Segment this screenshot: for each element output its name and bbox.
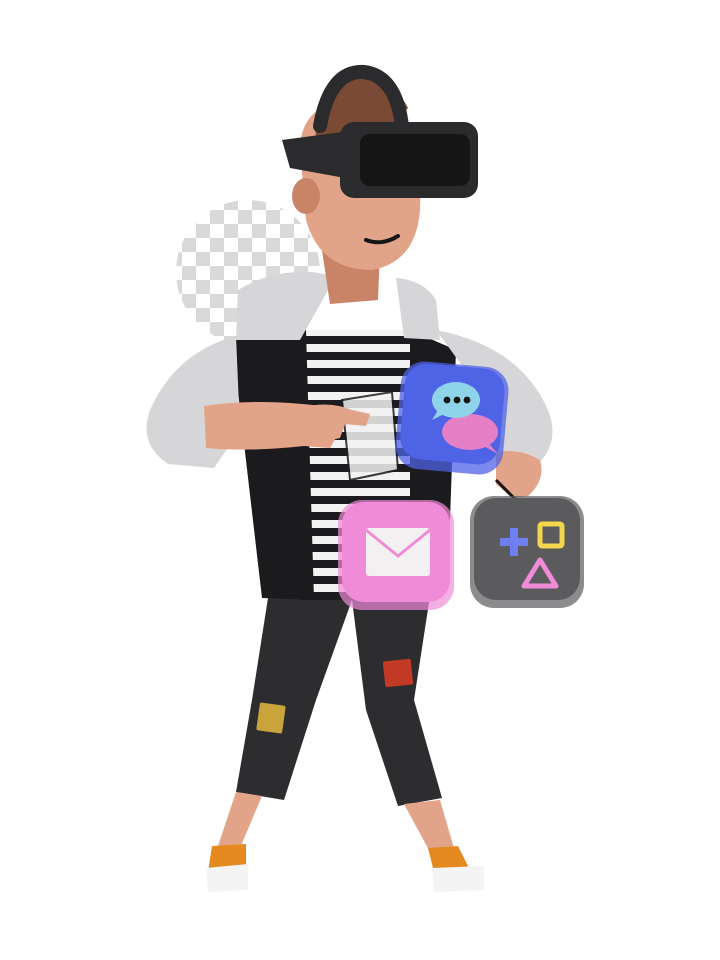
shirt-stripe xyxy=(300,352,420,360)
chat-bubbles-icon[interactable] xyxy=(393,359,510,476)
shirt-stripe xyxy=(300,480,420,488)
right-hand xyxy=(496,451,542,498)
right-shoe xyxy=(428,846,484,892)
game-shapes-icon[interactable] xyxy=(470,478,584,608)
red-patch xyxy=(382,658,414,688)
shirt-stripe xyxy=(300,368,420,376)
illustration-canvas xyxy=(0,0,720,960)
vr-character-illustration xyxy=(146,64,584,892)
shirt-stripe xyxy=(300,336,420,344)
yellow-patch xyxy=(256,702,286,734)
pants xyxy=(236,596,442,806)
left-shoe xyxy=(206,844,248,892)
mail-envelope-icon[interactable] xyxy=(338,500,454,610)
